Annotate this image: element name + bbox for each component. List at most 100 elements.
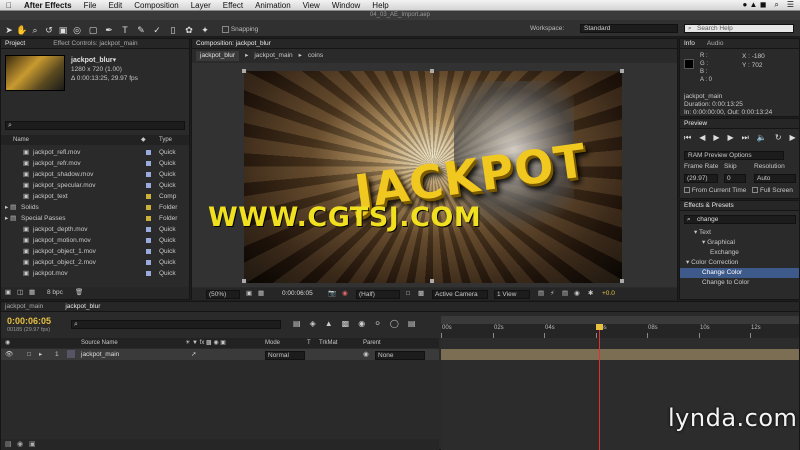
col-source-name[interactable]: Source Name bbox=[81, 338, 118, 348]
project-item[interactable]: ▣ jackpot_refl.mov Quick bbox=[1, 147, 189, 158]
safe-zones-icon[interactable]: ▣ bbox=[246, 288, 252, 300]
col-name[interactable]: Name bbox=[13, 135, 29, 145]
zoom-tool-icon[interactable]: ⌕ bbox=[30, 25, 40, 35]
label-color-swatch[interactable] bbox=[146, 238, 151, 243]
project-item[interactable]: ▣ jackpot_shadow.mov Quick bbox=[1, 169, 189, 180]
tab-preview[interactable]: Preview bbox=[684, 120, 707, 127]
frame-rate-select[interactable]: (29.97) bbox=[684, 174, 718, 183]
puppet-tool-icon[interactable]: ✦ bbox=[200, 25, 210, 35]
mute-icon[interactable]: 🔈 bbox=[757, 133, 767, 143]
label-color-swatch[interactable] bbox=[146, 249, 151, 254]
camera-select[interactable]: Active Camera bbox=[432, 290, 488, 299]
draft-3d-icon[interactable]: ◈ bbox=[310, 319, 316, 328]
comp-mini-flowchart-icon[interactable]: ▤ bbox=[293, 319, 301, 328]
menu-help[interactable]: Help bbox=[366, 1, 394, 10]
new-comp-icon[interactable]: ▦ bbox=[29, 287, 35, 299]
playhead-handle[interactable] bbox=[596, 324, 603, 330]
layer-handle[interactable] bbox=[430, 69, 434, 73]
toggle-panes-icon[interactable]: ▣ bbox=[29, 439, 36, 450]
layer-handle[interactable] bbox=[620, 69, 624, 73]
eraser-tool-icon[interactable]: ▯ bbox=[168, 25, 178, 35]
ram-preview-select[interactable]: RAM Preview Options bbox=[684, 151, 784, 160]
bit-depth[interactable]: 8 bpc bbox=[47, 287, 63, 299]
effect-tree-item[interactable]: Exchange bbox=[680, 248, 799, 258]
layer-mode-select[interactable]: Normal bbox=[265, 351, 305, 360]
graph-editor-icon[interactable]: ▤ bbox=[408, 319, 416, 328]
app-menu[interactable]: After Effects bbox=[18, 1, 78, 10]
project-item[interactable]: ▣ jackpot_object_1.mov Quick bbox=[1, 246, 189, 257]
grid-icon[interactable]: ▦ bbox=[258, 288, 264, 300]
full-screen-checkbox[interactable] bbox=[752, 187, 759, 194]
help-search-input[interactable]: ⌕ Search Help bbox=[684, 24, 794, 33]
comp-viewer[interactable]: JACKPOT bbox=[192, 63, 677, 287]
label-color-swatch[interactable] bbox=[146, 172, 151, 177]
project-item[interactable]: ▣ jackpot_text Comp bbox=[1, 191, 189, 202]
effect-tree-item[interactable]: Change Color bbox=[680, 268, 799, 278]
effects-search-input[interactable]: ⌕ change bbox=[684, 215, 796, 224]
visibility-icon[interactable]: 👁 bbox=[5, 349, 13, 360]
tab-timeline-jackpot-blur[interactable]: jackpot_blur bbox=[65, 303, 100, 310]
menu-composition[interactable]: Composition bbox=[128, 1, 184, 10]
menu-window[interactable]: Window bbox=[326, 1, 366, 10]
label-color-swatch[interactable] bbox=[146, 205, 151, 210]
layer-handle[interactable] bbox=[242, 69, 246, 73]
project-search-input[interactable]: ⌕ bbox=[5, 121, 185, 130]
from-current-checkbox[interactable] bbox=[684, 187, 690, 194]
layer-duration-bar[interactable] bbox=[441, 349, 799, 360]
next-frame-icon[interactable]: ▶ bbox=[728, 133, 734, 143]
resolution-select[interactable]: Auto bbox=[754, 174, 796, 183]
col-trkmat[interactable]: TrkMat bbox=[319, 338, 337, 348]
render-frame[interactable]: JACKPOT bbox=[244, 71, 622, 283]
tab-effects-presets[interactable]: Effects & Presets bbox=[684, 202, 734, 209]
label-color-swatch[interactable] bbox=[146, 227, 151, 232]
label-color-swatch[interactable] bbox=[146, 183, 151, 188]
comp-name[interactable]: jackpot_blur▾ bbox=[71, 56, 116, 64]
col-type[interactable]: Type bbox=[159, 135, 172, 145]
expand-layer-icon[interactable]: ▸ bbox=[39, 349, 42, 360]
first-frame-icon[interactable]: ⏮ bbox=[684, 133, 691, 143]
label-color-swatch[interactable] bbox=[146, 271, 151, 276]
ram-preview-icon[interactable]: ▶ bbox=[790, 133, 796, 143]
project-item[interactable]: ▣ jackpot.mov Quick bbox=[1, 268, 189, 279]
clone-stamp-tool-icon[interactable]: ✓ bbox=[152, 25, 162, 35]
time-ruler[interactable]: 00s02s04s06s08s10s12s bbox=[441, 324, 799, 338]
toggle-switches-icon[interactable]: ▤ bbox=[5, 439, 12, 450]
timeline-timecode[interactable]: 0:00:06:05 bbox=[7, 316, 51, 326]
menu-list-icon[interactable]: ☰ bbox=[787, 0, 794, 10]
resolution-select[interactable]: (Half) bbox=[356, 290, 400, 299]
tab-effect-controls[interactable]: Effect Controls: jackpot_main bbox=[53, 40, 137, 47]
view-layout-select[interactable]: 1 View bbox=[494, 290, 530, 299]
pen-tool-icon[interactable]: ✒ bbox=[104, 25, 114, 35]
timeline-icon[interactable]: ▤ bbox=[562, 288, 568, 300]
tab-project[interactable]: Project bbox=[5, 40, 25, 47]
project-item[interactable]: ▸ ▤ Solids Folder bbox=[1, 202, 189, 213]
collapse-switch-icon[interactable]: ➚ bbox=[191, 349, 196, 360]
menu-file[interactable]: File bbox=[78, 1, 103, 10]
comp-timecode[interactable]: 0:00:06:05 bbox=[282, 288, 313, 300]
project-item[interactable]: ▣ jackpot_object_2.mov Quick bbox=[1, 257, 189, 268]
hand-tool-icon[interactable]: ✋ bbox=[16, 25, 27, 35]
project-item[interactable]: ▸ ▤ Special Passes Folder bbox=[1, 213, 189, 224]
skip-select[interactable]: 0 bbox=[724, 174, 746, 183]
pixel-aspect-icon[interactable]: ▤ bbox=[538, 288, 544, 300]
roi-icon[interactable]: □ bbox=[406, 288, 410, 300]
menu-view[interactable]: View bbox=[297, 1, 326, 10]
play-icon[interactable]: ▶ bbox=[713, 133, 719, 143]
label-color-swatch[interactable] bbox=[146, 194, 151, 199]
snapshot-icon[interactable]: 📷 bbox=[328, 288, 336, 300]
lock-icon[interactable]: □ bbox=[27, 349, 31, 360]
snapping-checkbox[interactable] bbox=[222, 25, 229, 33]
current-time-indicator[interactable] bbox=[596, 324, 603, 450]
exposure-reset-icon[interactable]: ✱ bbox=[588, 288, 593, 300]
fast-preview-icon[interactable]: ⚡ bbox=[550, 288, 555, 300]
last-frame-icon[interactable]: ⏭ bbox=[742, 133, 749, 143]
auto-keyframe-icon[interactable]: ◯ bbox=[390, 319, 399, 328]
project-item[interactable]: ▣ jackpot_motion.mov Quick bbox=[1, 235, 189, 246]
pan-behind-tool-icon[interactable]: ◎ bbox=[72, 25, 82, 35]
apple-icon[interactable]:  bbox=[0, 1, 18, 10]
type-tool-icon[interactable]: T bbox=[120, 25, 130, 35]
layer-handle[interactable] bbox=[620, 279, 624, 283]
label-color-swatch[interactable] bbox=[146, 161, 151, 166]
tab-audio[interactable]: Audio bbox=[707, 40, 724, 47]
breadcrumb-jackpot-main[interactable]: jackpot_main bbox=[254, 51, 292, 61]
